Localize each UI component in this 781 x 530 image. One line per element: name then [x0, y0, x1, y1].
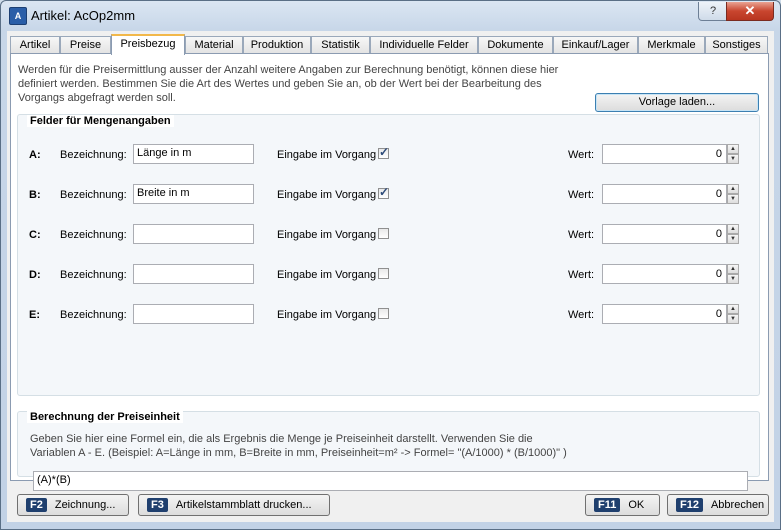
drawing-button[interactable]: F2 Zeichnung... — [17, 494, 129, 516]
tab-strip: Artikel Preise Preisbezug Material Produ… — [10, 34, 772, 55]
spin-up-icon[interactable]: ▲ — [727, 224, 739, 234]
row-d-designation-label: Bezeichnung: — [60, 269, 127, 281]
cancel-label: Abbrechen — [710, 499, 765, 511]
formula-group: Berechnung der Preiseinheit Geben Sie hi… — [17, 411, 760, 491]
row-c-value-spinner[interactable]: 0 ▲ ▼ — [602, 224, 740, 244]
row-c-value-field[interactable]: 0 — [602, 224, 727, 244]
row-b-designation-label: Bezeichnung: — [60, 189, 127, 201]
row-d-designation-input[interactable] — [133, 264, 254, 284]
row-a-value-spinner[interactable]: 0 ▲ ▼ — [602, 144, 740, 164]
formula-group-title: Berechnung der Preiseinheit — [27, 411, 183, 423]
ok-fkey: F11 — [594, 498, 621, 512]
spin-up-icon[interactable]: ▲ — [727, 304, 739, 314]
print-label: Artikelstammblatt drucken... — [175, 499, 312, 511]
tab-individuelle-felder[interactable]: Individuelle Felder — [370, 36, 478, 54]
tab-preisbezug[interactable]: Preisbezug — [111, 34, 185, 55]
cancel-button[interactable]: F12 Abbrechen — [667, 494, 769, 516]
ok-label: OK — [628, 499, 645, 511]
drawing-fkey: F2 — [26, 498, 47, 512]
fields-group: Felder für Mengenangaben A: Bezeichnung:… — [17, 114, 760, 396]
row-a-letter: A: — [29, 149, 41, 161]
help-button[interactable]: ? — [698, 2, 728, 21]
row-c-checkbox[interactable] — [378, 228, 389, 239]
row-c-designation-input[interactable] — [133, 224, 254, 244]
fields-group-title: Felder für Mengenangaben — [27, 115, 174, 127]
row-a-checkbox[interactable]: ✓ — [378, 145, 390, 159]
row-e-value-label: Wert: — [568, 309, 595, 321]
tab-artikel[interactable]: Artikel — [10, 36, 60, 54]
tab-material[interactable]: Material — [185, 36, 243, 54]
row-e-designation-input[interactable] — [133, 304, 254, 324]
tab-statistik[interactable]: Statistik — [311, 36, 370, 54]
tab-sonstiges[interactable]: Sonstiges — [705, 36, 768, 54]
footer-bar: F2 Zeichnung... F3 Artikelstammblatt druck… — [7, 486, 774, 522]
print-fkey: F3 — [147, 498, 168, 512]
spin-down-icon[interactable]: ▼ — [727, 274, 739, 284]
row-a-value-field[interactable]: 0 — [602, 144, 727, 164]
row-d-value-spinner[interactable]: 0 ▲ ▼ — [602, 264, 740, 284]
row-d-checkbox[interactable] — [378, 268, 389, 279]
row-b-value-label: Wert: — [568, 189, 595, 201]
spin-down-icon[interactable]: ▼ — [727, 234, 739, 244]
row-d-value-field[interactable]: 0 — [602, 264, 727, 284]
dialog-client: Artikel Preise Preisbezug Material Produ… — [7, 31, 774, 522]
spin-down-icon[interactable]: ▼ — [727, 154, 739, 164]
formula-description: Geben Sie hier eine Formel ein, die als … — [30, 433, 567, 459]
row-b-value-spinner[interactable]: 0 ▲ ▼ — [602, 184, 740, 204]
preisbezug-panel: Werden für die Preisermittlung ausser de… — [10, 53, 769, 491]
article-window: A Artikel: AcOp2mm ? ✕ Artikel Preise Pr… — [0, 0, 781, 530]
close-button[interactable]: ✕ — [726, 2, 774, 21]
row-e-value-spinner[interactable]: 0 ▲ ▼ — [602, 304, 740, 324]
tab-preise[interactable]: Preise — [60, 36, 111, 54]
row-a-designation-label: Bezeichnung: — [60, 149, 127, 161]
print-datasheet-button[interactable]: F3 Artikelstammblatt drucken... — [138, 494, 330, 516]
check-icon: ✓ — [379, 185, 390, 199]
row-c-input-label: Eingabe im Vorgang — [277, 229, 377, 241]
row-b-letter: B: — [29, 189, 41, 201]
row-d-value-label: Wert: — [568, 269, 595, 281]
row-e-input-label: Eingabe im Vorgang — [277, 309, 377, 321]
row-a-designation-input[interactable]: Länge in m — [133, 144, 254, 164]
row-e-letter: E: — [29, 309, 40, 321]
row-c-designation-label: Bezeichnung: — [60, 229, 127, 241]
row-e-checkbox[interactable] — [378, 308, 389, 319]
row-b-checkbox[interactable]: ✓ — [378, 185, 390, 199]
spin-up-icon[interactable]: ▲ — [727, 184, 739, 194]
app-icon: A — [9, 7, 27, 25]
window-title: Artikel: AcOp2mm — [31, 8, 136, 23]
spin-up-icon[interactable]: ▲ — [727, 264, 739, 274]
tab-einkauf-lager[interactable]: Einkauf/Lager — [553, 36, 638, 54]
ok-button[interactable]: F11 OK — [585, 494, 660, 516]
spin-down-icon[interactable]: ▼ — [727, 194, 739, 204]
load-template-button[interactable]: Vorlage laden... — [595, 93, 759, 112]
intro-text: Werden für die Preisermittlung ausser de… — [18, 64, 559, 104]
check-icon: ✓ — [379, 145, 390, 159]
drawing-label: Zeichnung... — [54, 499, 116, 511]
tab-merkmale[interactable]: Merkmale — [638, 36, 705, 54]
tab-produktion[interactable]: Produktion — [243, 36, 311, 54]
row-b-input-label: Eingabe im Vorgang — [277, 189, 377, 201]
row-d-input-label: Eingabe im Vorgang — [277, 269, 377, 281]
row-a-input-label: Eingabe im Vorgang — [277, 149, 377, 161]
row-c-letter: C: — [29, 229, 41, 241]
tab-dokumente[interactable]: Dokumente — [478, 36, 553, 54]
row-b-value-field[interactable]: 0 — [602, 184, 727, 204]
row-e-designation-label: Bezeichnung: — [60, 309, 127, 321]
row-d-letter: D: — [29, 269, 41, 281]
row-c-value-label: Wert: — [568, 229, 595, 241]
row-a-value-label: Wert: — [568, 149, 595, 161]
cancel-fkey: F12 — [676, 498, 703, 512]
row-e-value-field[interactable]: 0 — [602, 304, 727, 324]
spin-up-icon[interactable]: ▲ — [727, 144, 739, 154]
spin-down-icon[interactable]: ▼ — [727, 314, 739, 324]
title-bar: A Artikel: AcOp2mm ? ✕ — [1, 1, 780, 31]
row-b-designation-input[interactable]: Breite in m — [133, 184, 254, 204]
